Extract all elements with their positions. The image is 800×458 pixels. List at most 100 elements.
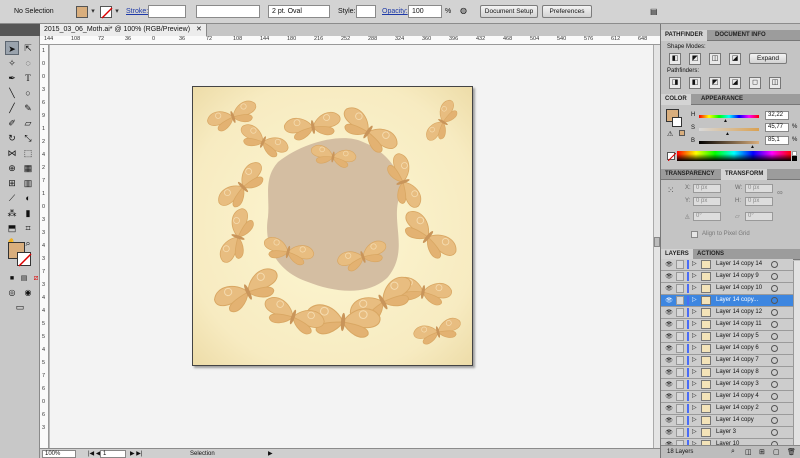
layer-row[interactable]: 👁 ▷ Layer 14 copy 9 [661,271,793,283]
target-icon[interactable] [771,393,778,400]
lock-toggle[interactable] [676,404,684,413]
tab-document-info[interactable]: DOCUMENT INFO [711,30,770,41]
layer-row[interactable]: 👁 ▷ Layer 14 copy 14 [661,259,793,271]
expand-triangle-icon[interactable]: ▷ [692,344,697,353]
expand-triangle-icon[interactable]: ▷ [692,308,697,317]
layer-name[interactable]: Layer 14 copy 9 [716,271,759,282]
layer-name[interactable]: Layer 14 copy 12 [716,307,762,318]
intersect-icon[interactable]: ◫ [709,53,721,65]
expand-triangle-icon[interactable]: ▷ [692,296,697,305]
expand-button[interactable]: Expand [749,53,787,64]
lock-toggle[interactable] [676,380,684,389]
target-icon[interactable] [771,429,778,436]
target-icon[interactable] [771,357,778,364]
locate-object-icon[interactable]: ⌕ [731,448,735,456]
merge-icon[interactable]: ◩ [709,77,721,89]
color-stroke-swatch[interactable] [672,117,682,127]
expand-triangle-icon[interactable]: ▷ [692,428,697,437]
layer-name[interactable]: Layer 14 copy 8 [716,367,759,378]
tab-transparency[interactable]: TRANSPARENCY [661,169,719,180]
trim-icon[interactable]: ◧ [689,77,701,89]
layer-name[interactable]: Layer 14 copy 14 [716,259,762,270]
eye-icon[interactable]: 👁 [665,393,673,401]
target-icon[interactable] [771,381,778,388]
close-icon[interactable]: ✕ [196,26,202,33]
horizontal-ruler[interactable]: 144 108 72 36 0 36 72 108 144 180 216 252 288 324 360 3… [40,36,660,45]
target-icon[interactable] [771,321,778,328]
target-icon[interactable] [771,285,778,292]
target-icon[interactable] [771,405,778,412]
shear-input[interactable]: 0° [745,212,773,221]
artboard-tool-icon[interactable]: ⬒ [5,221,19,235]
status-menu-icon[interactable]: ▶ [268,450,273,458]
delete-layer-icon[interactable]: 🗑 [787,448,796,456]
y-input[interactable]: 0 px [693,197,721,206]
eye-icon[interactable]: 👁 [665,429,673,437]
layer-row[interactable]: 👁 ▷ Layer 14 copy 3 [661,379,793,391]
hue-slider[interactable] [699,115,759,118]
pencil-tool-icon[interactable]: ✎ [21,101,35,115]
eye-icon[interactable]: 👁 [665,405,673,413]
draw-behind-icon[interactable]: ◉ [21,286,35,300]
target-icon[interactable] [771,297,778,304]
eye-icon[interactable]: 👁 [665,381,673,389]
zoom-select[interactable]: 100% [42,450,76,458]
eye-icon[interactable]: 👁 [665,321,673,329]
tab-color[interactable]: COLOR [661,94,691,105]
line-tool-icon[interactable]: ╲ [5,86,19,100]
shape-builder-tool-icon[interactable]: ⊕ [5,161,19,175]
outline-icon[interactable]: ◻ [749,77,761,89]
blob-brush-tool-icon[interactable]: ✐ [5,116,19,130]
stroke-swatch[interactable] [17,252,32,267]
minus-front-icon[interactable]: ◩ [689,53,701,65]
layers-scrollbar[interactable] [793,261,800,445]
unite-icon[interactable]: ◧ [669,53,681,65]
canvas-vertical-scrollbar[interactable] [653,45,660,448]
expand-triangle-icon[interactable]: ▷ [692,320,697,329]
expand-triangle-icon[interactable]: ▷ [692,284,697,293]
eye-icon[interactable]: 👁 [665,309,673,317]
layer-name[interactable]: Layer 14 copy... [716,295,758,306]
arrange-icon[interactable]: ▤ [650,7,658,16]
eye-icon[interactable]: 👁 [665,357,673,365]
opacity-label[interactable]: Opacity: [382,8,408,15]
symbol-sprayer-tool-icon[interactable]: ⁂ [5,206,19,220]
paintbrush-tool-icon[interactable]: ╱ [5,101,19,115]
expand-triangle-icon[interactable]: ▷ [692,368,697,377]
canvas-area[interactable] [50,45,660,448]
clipping-mask-icon[interactable]: ◫ [745,448,752,456]
expand-triangle-icon[interactable]: ▷ [692,332,697,341]
layer-name[interactable]: Layer 14 copy 5 [716,331,759,342]
eraser-tool-icon[interactable]: ▱ [21,116,35,130]
expand-triangle-icon[interactable]: ▷ [692,416,697,425]
layer-row[interactable]: 👁 ▷ Layer 14 copy 11 [661,319,793,331]
lock-toggle[interactable] [676,416,684,425]
target-icon[interactable] [771,369,778,376]
stroke-weight-field[interactable] [148,5,186,18]
variable-width-profile-select[interactable] [196,5,260,18]
saturation-input[interactable]: 45,77 [765,123,789,132]
stroke-color-swatch[interactable] [100,6,113,19]
target-icon[interactable] [771,309,778,316]
document-setup-button[interactable]: Document Setup [480,5,538,18]
selection-tool-icon[interactable]: ➤ [5,41,19,55]
eye-icon[interactable]: 👁 [665,369,673,377]
layer-row[interactable]: 👁 ▷ Layer 14 copy 4 [661,391,793,403]
black-swatch[interactable] [792,156,797,161]
layer-row[interactable]: 👁 ▷ Layer 14 copy 7 [661,355,793,367]
eye-icon[interactable]: 👁 [665,417,673,425]
target-icon[interactable] [771,261,778,268]
lock-toggle[interactable] [676,392,684,401]
tools-panel-grip[interactable] [0,24,40,36]
tab-appearance[interactable]: APPEARANCE [697,94,747,105]
target-icon[interactable] [771,345,778,352]
column-graph-tool-icon[interactable]: ▮ [21,206,35,220]
expand-triangle-icon[interactable]: ▷ [692,260,697,269]
layer-row[interactable]: 👁 ▷ Layer 14 copy 5 [661,331,793,343]
pen-tool-icon[interactable]: ✒ [5,71,19,85]
eye-icon[interactable]: 👁 [665,261,673,269]
gradient-tool-icon[interactable]: ▥ [21,176,35,190]
slice-tool-icon[interactable]: ⌗ [21,221,35,235]
layer-row[interactable]: 👁 ▷ Layer 14 copy 10 [661,283,793,295]
eye-icon[interactable]: 👁 [665,333,673,341]
